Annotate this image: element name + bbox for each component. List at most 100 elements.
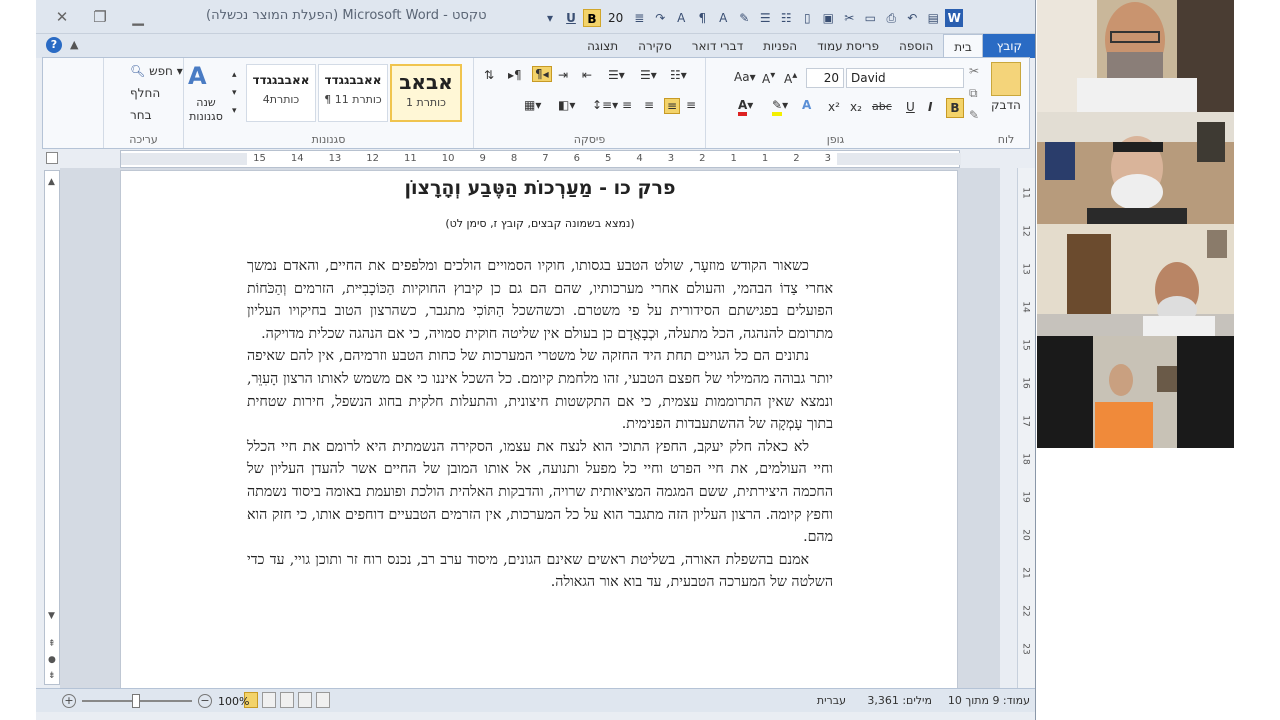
help-icon[interactable]: ? xyxy=(46,37,62,53)
ruler-toggle-icon[interactable] xyxy=(46,152,58,164)
style-heading-1[interactable]: אבאב כותרת 1 xyxy=(390,64,462,122)
tab-view[interactable]: תצוגה xyxy=(577,34,628,58)
increase-indent-icon[interactable]: ⇥ xyxy=(558,68,568,82)
align-center-icon[interactable]: ≡ xyxy=(664,98,681,114)
decrease-indent-icon[interactable]: ⇤ xyxy=(582,68,592,82)
tab-references[interactable]: הפניות xyxy=(753,34,807,58)
browse-object-icon[interactable]: ● xyxy=(48,655,56,665)
scroll-down-icon[interactable]: ▼ xyxy=(48,611,55,621)
zoom-slider-knob[interactable] xyxy=(132,694,140,708)
style-icon[interactable]: A xyxy=(672,9,690,27)
numbered-list-icon[interactable]: ☰▾ xyxy=(640,68,657,82)
underline-button[interactable]: U xyxy=(906,100,915,114)
tab-home[interactable]: בית xyxy=(943,34,983,58)
cut-icon[interactable]: ✂ xyxy=(840,9,858,27)
find-button[interactable]: 🔍︎ חפש ▾ xyxy=(130,64,183,78)
replace-button[interactable]: החלף xyxy=(130,86,160,100)
paste-button[interactable]: הדבק xyxy=(991,98,1021,112)
multilevel-list-icon[interactable]: ☷▾ xyxy=(670,68,687,82)
tab-file[interactable]: קובץ xyxy=(982,34,1035,58)
font-color-icon[interactable]: A xyxy=(714,9,732,27)
sort-icon[interactable]: ⇅ xyxy=(484,68,494,82)
justify-icon[interactable]: ≡ xyxy=(622,98,632,112)
draft-icon[interactable] xyxy=(316,692,330,708)
text-effects-icon[interactable]: A xyxy=(802,98,811,112)
undo-icon[interactable]: ↶ xyxy=(903,9,921,27)
prev-page-icon[interactable]: ⇞ xyxy=(48,639,56,649)
participant-video-4[interactable] xyxy=(1037,336,1234,448)
align-left-icon[interactable]: ≡ xyxy=(644,98,654,112)
zoom-out-icon[interactable]: − xyxy=(198,694,212,708)
participant-video-3[interactable] xyxy=(1037,224,1234,336)
align-icon[interactable]: ≣ xyxy=(630,9,648,27)
full-screen-icon[interactable] xyxy=(262,692,276,708)
font-size-combo[interactable]: 20 xyxy=(806,68,844,88)
new-icon[interactable]: ▯ xyxy=(798,9,816,27)
outline-icon[interactable] xyxy=(298,692,312,708)
page-count[interactable]: עמוד: 9 מתוך 10 xyxy=(948,694,1030,707)
change-case-icon[interactable]: Aa▾ xyxy=(734,70,756,84)
pilcrow-icon[interactable]: ¶ xyxy=(693,9,711,27)
highlight-color-icon[interactable]: ✎▾ xyxy=(772,98,788,116)
zoom-level[interactable]: 100% xyxy=(218,695,249,708)
paste-icon[interactable]: ▣ xyxy=(819,9,837,27)
bold-button[interactable]: B xyxy=(946,98,964,118)
cut-icon[interactable]: ✂ xyxy=(969,64,979,78)
bold-qat-button[interactable]: B xyxy=(583,9,601,27)
zoom-slider[interactable] xyxy=(82,694,192,708)
open-icon[interactable]: ▭ xyxy=(861,9,879,27)
participant-video-2[interactable] xyxy=(1037,112,1234,224)
style-heading-11[interactable]: אאבבגגדד ¶ כותרת 11 xyxy=(318,64,388,122)
dropdown-icon[interactable]: ▾ xyxy=(541,9,559,27)
font-name-combo[interactable]: David xyxy=(846,68,964,88)
paste-icon[interactable] xyxy=(991,62,1021,96)
zoom-in-icon[interactable]: + xyxy=(62,694,76,708)
word-count[interactable]: מילים: 3,361 xyxy=(867,694,932,707)
italic-button[interactable]: I xyxy=(928,100,932,114)
list-icon[interactable]: ☰ xyxy=(756,9,774,27)
close-icon[interactable]: ✕ xyxy=(50,7,74,27)
align-right-icon[interactable]: ≡ xyxy=(686,98,696,112)
scroll-up-icon[interactable]: ▲ xyxy=(48,177,55,187)
print-icon[interactable]: ⎙ xyxy=(882,9,900,27)
change-styles-icon[interactable]: A xyxy=(188,62,207,90)
font-size-qat[interactable]: 20 xyxy=(604,11,627,25)
copy-icon[interactable]: ⧉ xyxy=(969,86,978,101)
horizontal-ruler[interactable]: 3 2 1 1 2 3 4 5 6 7 8 9 10 11 12 13 14 15 xyxy=(120,150,961,168)
tab-mailings[interactable]: דברי דואר xyxy=(682,34,753,58)
save-icon[interactable]: ▤ xyxy=(924,9,942,27)
strikethrough-button[interactable]: abc xyxy=(872,100,892,113)
next-page-icon[interactable]: ⇟ xyxy=(48,671,56,681)
shading-icon[interactable]: ◧▾ xyxy=(558,98,575,112)
collapse-ribbon-icon[interactable]: ▲ xyxy=(70,38,78,51)
change-styles-button[interactable]: שנה סגנונות xyxy=(186,96,226,124)
style-heading-4[interactable]: אאבבגגדד כותרת4 xyxy=(246,64,316,122)
tab-page-layout[interactable]: פריסת עמוד xyxy=(807,34,889,58)
participant-video-1[interactable] xyxy=(1037,0,1234,112)
numbered-list-icon[interactable]: ☷ xyxy=(777,9,795,27)
select-button[interactable]: בחר xyxy=(130,108,152,122)
minimize-icon[interactable]: ▁ xyxy=(126,7,150,27)
font-color-icon[interactable]: A▾ xyxy=(738,98,753,116)
shrink-font-icon[interactable]: A▾ xyxy=(762,70,775,86)
rtl-direction-icon[interactable]: ¶◂ xyxy=(532,66,552,82)
web-layout-icon[interactable] xyxy=(280,692,294,708)
grow-font-icon[interactable]: A▴ xyxy=(784,70,797,86)
restore-icon[interactable]: ❐ xyxy=(88,7,112,27)
line-spacing-icon[interactable]: ↕≡▾ xyxy=(592,98,618,112)
tab-insert[interactable]: הוספה xyxy=(889,34,943,58)
document-page[interactable]: פרק כו - מַעַרְכוֹת הַטֶּבַע וְהָרָצוֹן … xyxy=(120,170,958,690)
redo-icon[interactable]: ↷ xyxy=(651,9,669,27)
subscript-button[interactable]: x₂ xyxy=(850,100,862,114)
ltr-direction-icon[interactable]: ▸¶ xyxy=(508,68,522,82)
highlight-icon[interactable]: ✎ xyxy=(735,9,753,27)
underline-qat-button[interactable]: U xyxy=(562,9,580,27)
tab-review[interactable]: סקירה xyxy=(628,34,682,58)
format-painter-icon[interactable]: ✎ xyxy=(969,108,979,122)
vertical-ruler[interactable]: ▲ ▼ ⇞ ● ⇟ xyxy=(44,170,60,685)
language-indicator[interactable]: עברית xyxy=(817,694,846,707)
borders-icon[interactable]: ▦▾ xyxy=(524,98,541,112)
bullets-icon[interactable]: ☰▾ xyxy=(608,68,625,82)
styles-scroll-icon[interactable]: ▴ ▾ ▾ xyxy=(232,66,237,120)
superscript-button[interactable]: x² xyxy=(828,100,840,114)
